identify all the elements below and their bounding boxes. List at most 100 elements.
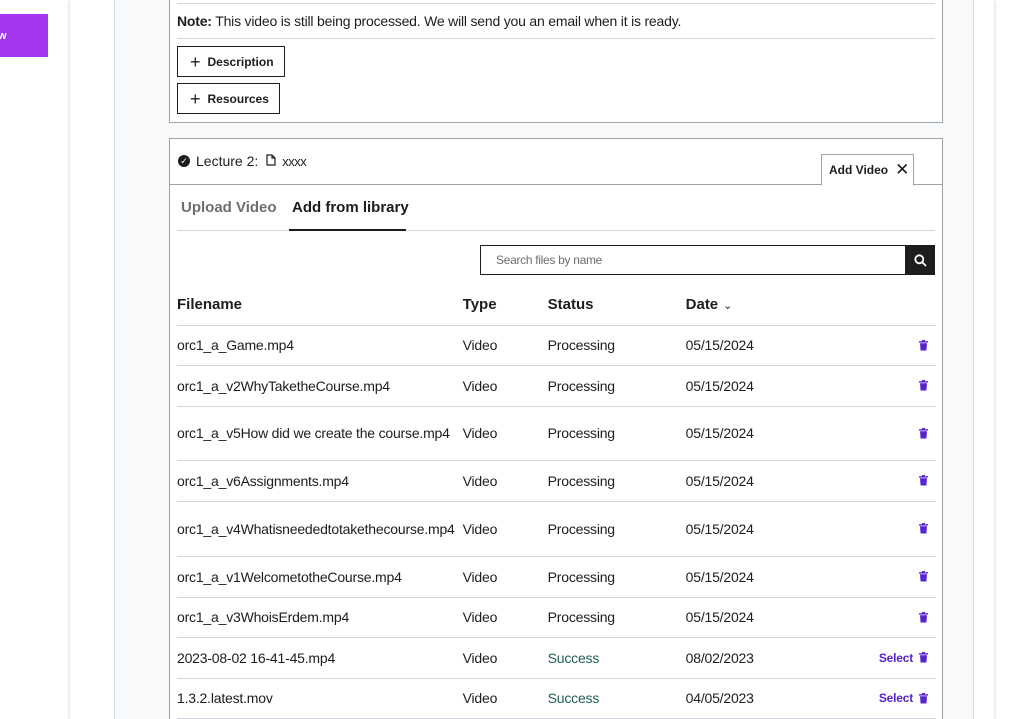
- lecture-2: ✓ Lecture 2: xxxx Add Video ✕ Upload Vid…: [169, 138, 943, 719]
- resources-label: Resources: [207, 91, 269, 106]
- library-search: [480, 245, 935, 275]
- status-cell: Success: [547, 678, 686, 719]
- close-icon[interactable]: ✕: [895, 160, 909, 180]
- table-row: orc1_a_v6Assignments.mp4 Video Processing 0…: [177, 460, 936, 502]
- type-cell: Video: [462, 637, 548, 679]
- status-cell: Processing: [547, 460, 686, 502]
- table-header-row: Filename Type Status Date ⌄: [177, 285, 936, 326]
- tab-add-from-library[interactable]: Add from library: [292, 199, 409, 216]
- date-cell: 05/15/2024: [685, 365, 856, 407]
- lecture-1: Note: This video is still being processe…: [169, 0, 943, 123]
- tab-upload-video[interactable]: Upload Video: [181, 199, 277, 216]
- actions-cell: Select: [855, 637, 936, 679]
- date-cell: 05/15/2024: [685, 325, 856, 366]
- trash-icon[interactable]: [919, 521, 928, 537]
- status-cell: Processing: [547, 365, 686, 407]
- trash-icon[interactable]: [919, 426, 928, 442]
- status-cell: Processing: [547, 325, 686, 366]
- trash-icon[interactable]: [919, 338, 928, 354]
- filename-cell: orc1_a_v5How did we create the course.mp…: [177, 406, 463, 461]
- actions-cell: [855, 460, 936, 502]
- note-label: Note:: [177, 13, 212, 29]
- check-circle-icon: ✓: [178, 155, 190, 167]
- actions-cell: Select: [855, 678, 936, 719]
- date-cell: 05/15/2024: [685, 597, 856, 638]
- header-status: Status: [547, 285, 686, 326]
- lecture-name: xxxx: [282, 153, 307, 169]
- date-cell: 05/15/2024: [685, 501, 856, 557]
- date-cell: 05/15/2024: [685, 406, 856, 461]
- trash-icon[interactable]: [919, 569, 928, 585]
- status-cell: Processing: [547, 556, 686, 598]
- lecture-label: Lecture 2:: [196, 153, 259, 169]
- actions-cell: [855, 325, 936, 366]
- filename-cell: orc1_a_v3WhoisErdem.mp4: [177, 597, 463, 638]
- chevron-down-icon: ⌄: [723, 300, 733, 313]
- library-table: Filename Type Status Date ⌄ orc1_a_Game.m…: [177, 285, 936, 719]
- status-cell: Processing: [547, 597, 686, 638]
- type-cell: Video: [462, 678, 548, 719]
- table-row: 1.3.2.latest.mov Video Success 04/05/2023 Se…: [177, 678, 936, 719]
- type-cell: Video: [462, 365, 548, 407]
- date-cell: 04/05/2023: [685, 678, 856, 719]
- new-button[interactable]: w: [0, 14, 48, 57]
- select-button[interactable]: Select: [879, 651, 913, 665]
- actions-cell: [855, 597, 936, 638]
- search-icon: [913, 253, 927, 267]
- header-date-label: Date: [685, 296, 719, 314]
- note-text: This video is still being processed. We …: [211, 13, 682, 29]
- add-video-tab[interactable]: Add Video ✕: [821, 154, 914, 186]
- table-row: orc1_a_v3WhoisErdem.mp4 Video Processing 05…: [177, 597, 936, 638]
- filename-cell: orc1_a_v6Assignments.mp4: [177, 460, 463, 502]
- trash-icon[interactable]: [919, 691, 928, 707]
- date-cell: 05/15/2024: [685, 460, 856, 502]
- table-row: orc1_a_v5How did we create the course.mp…: [177, 406, 936, 461]
- plus-icon: +: [190, 88, 201, 109]
- lecture-2-title: ✓ Lecture 2: xxxx: [178, 153, 307, 169]
- header-type: Type: [462, 285, 548, 326]
- header-date[interactable]: Date ⌄: [685, 285, 856, 326]
- filename-cell: 1.3.2.latest.mov: [177, 678, 463, 719]
- description-label: Description: [207, 54, 274, 69]
- filename-cell: orc1_a_v1WelcometotheCourse.mp4: [177, 556, 463, 598]
- date-cell: 05/15/2024: [685, 556, 856, 598]
- video-source-tabs: Upload Video Add from library: [177, 186, 935, 231]
- header-filename: Filename: [177, 285, 463, 326]
- file-icon: [266, 153, 276, 169]
- trash-icon[interactable]: [919, 650, 928, 666]
- status-cell: Processing: [547, 406, 686, 461]
- table-row: orc1_a_v4Whatisneededtotakethecourse.mp4…: [177, 501, 936, 557]
- search-button[interactable]: [905, 245, 935, 275]
- filename-cell: orc1_a_Game.mp4: [177, 325, 463, 366]
- actions-cell: [855, 501, 936, 557]
- header-actions: [855, 285, 936, 326]
- filename-cell: orc1_a_v2WhyTaketheCourse.mp4: [177, 365, 463, 407]
- add-description-button[interactable]: + Description: [177, 46, 285, 77]
- actions-cell: [855, 365, 936, 407]
- add-resources-button[interactable]: + Resources: [177, 83, 280, 114]
- table-row: orc1_a_Game.mp4 Video Processing 05/15/2024: [177, 325, 936, 366]
- active-tab-indicator: [289, 229, 406, 231]
- type-cell: Video: [462, 406, 548, 461]
- table-row: orc1_a_v2WhyTaketheCourse.mp4 Video Proces…: [177, 365, 936, 407]
- status-cell: Success: [547, 637, 686, 679]
- table-row: 2023-08-02 16-41-45.mp4 Video Success 08/02…: [177, 637, 936, 679]
- type-cell: Video: [462, 325, 548, 366]
- actions-cell: [855, 556, 936, 598]
- section-container: Note: This video is still being processe…: [114, 0, 974, 719]
- processing-note: Note: This video is still being processe…: [177, 13, 681, 29]
- select-button[interactable]: Select: [879, 691, 913, 705]
- search-input[interactable]: [480, 245, 905, 275]
- trash-icon[interactable]: [919, 378, 928, 394]
- type-cell: Video: [462, 460, 548, 502]
- filename-cell: orc1_a_v4Whatisneededtotakethecourse.mp4: [177, 501, 463, 557]
- curriculum-card: Note: This video is still being processe…: [70, 0, 994, 719]
- filename-cell: 2023-08-02 16-41-45.mp4: [177, 637, 463, 679]
- table-row: orc1_a_v1WelcometotheCourse.mp4 Video Proc…: [177, 556, 936, 598]
- type-cell: Video: [462, 556, 548, 598]
- status-cell: Processing: [547, 501, 686, 557]
- trash-icon[interactable]: [919, 473, 928, 489]
- trash-icon[interactable]: [919, 610, 928, 626]
- date-cell: 08/02/2023: [685, 637, 856, 679]
- add-video-label: Add Video: [829, 163, 889, 177]
